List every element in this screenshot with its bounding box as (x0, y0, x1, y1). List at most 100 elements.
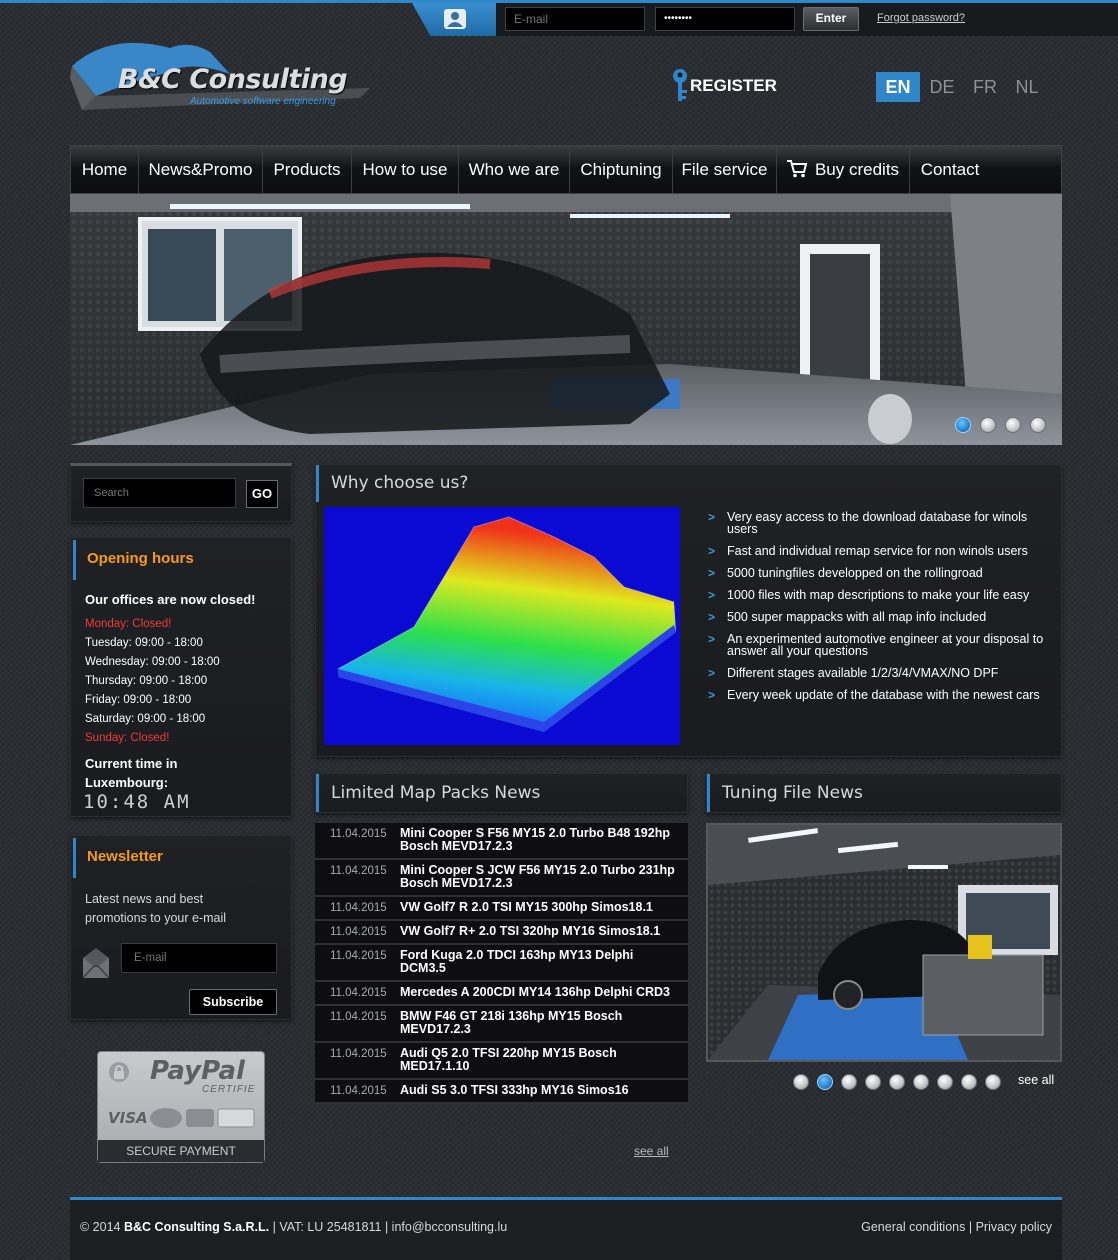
list-item[interactable]: 11.04.2015 Ford Kuga 2.0 TDCI 163hp MY13 … (315, 945, 688, 982)
newsletter-email-input[interactable] (121, 943, 277, 973)
newsletter-title: Newsletter (73, 838, 163, 878)
why-item: > Fast and individual remap service for n… (708, 544, 1028, 558)
hero-dot-4[interactable] (1030, 417, 1046, 433)
nav-news-promo[interactable]: News&Promo (139, 146, 263, 193)
current-time-label-line2: Luxembourg: (85, 775, 169, 790)
opening-hours-box: Opening hours Our offices are now closed… (70, 537, 292, 817)
nav-home[interactable]: Home (71, 146, 139, 193)
tuning-news-see-all-link[interactable]: see all (1018, 1073, 1054, 1087)
news-date: 11.04.2015 (330, 1011, 387, 1023)
tuning-dot-6[interactable] (913, 1074, 929, 1090)
search-go-button[interactable]: GO (246, 480, 278, 508)
privacy-policy-link[interactable]: Privacy policy (976, 1220, 1052, 1234)
search-box: GO (70, 463, 292, 522)
logo-tagline: Automotive software engineering (190, 96, 336, 107)
tuning-map-3d-image (324, 507, 680, 745)
site-logo[interactable]: B&C Consulting Automotive software engin… (70, 38, 375, 114)
hours-monday: Monday: Closed! (85, 618, 172, 630)
hours-sunday: Sunday: Closed! (85, 732, 170, 744)
news-title: BMW F46 GT 218i 136hp MY15 Bosch MEVD17.… (400, 1009, 623, 1036)
lang-nl[interactable]: NL (1005, 72, 1049, 102)
lang-de[interactable]: DE (920, 72, 964, 102)
general-conditions-link[interactable]: General conditions (861, 1220, 965, 1234)
why-item: > An experimented automotive engineer at … (708, 632, 1044, 658)
tuning-file-news-header: Tuning File News (706, 773, 1062, 813)
logo-text: B&C Consulting (118, 64, 348, 95)
nav-buy-credits[interactable]: Buy credits (777, 146, 910, 193)
list-item[interactable]: 11.04.2015 Mercedes A 200CDI MY14 136hp D… (315, 982, 688, 1006)
why-item: > Every week update of the database with … (708, 688, 1040, 702)
news-title: Audi Q5 2.0 TFSI 220hp MY15 Bosch MED17.… (400, 1046, 617, 1073)
key-icon (673, 69, 687, 101)
subscribe-button[interactable]: Subscribe (189, 989, 277, 1015)
lock-icon (109, 1062, 129, 1082)
opening-hours-title: Opening hours (73, 540, 194, 580)
login-user-tab (412, 3, 496, 36)
news-title: Mini Cooper S F56 MY15 2.0 Turbo B48 192… (400, 826, 670, 853)
news-title: VW Golf7 R+ 2.0 TSI 320hp MY16 Simos18.1 (400, 924, 661, 938)
current-time-label-line1: Current time in (85, 756, 178, 771)
forgot-password-link[interactable]: Forgot password? (877, 12, 965, 24)
card-logos-icon: VISA (108, 1108, 255, 1128)
chevron-right-icon: > (708, 666, 716, 680)
nav-chiptuning[interactable]: Chiptuning (570, 146, 673, 193)
offices-status: Our offices are now closed! (85, 592, 256, 607)
hero-dot-2[interactable] (980, 417, 996, 433)
lang-en[interactable]: EN (876, 72, 920, 102)
tuning-news-image[interactable] (706, 823, 1062, 1062)
tuning-dot-1[interactable] (793, 1074, 809, 1090)
list-item[interactable]: 11.04.2015 Audi S5 3.0 TFSI 333hp MY16 Si… (315, 1080, 688, 1104)
news-title: Ford Kuga 2.0 TDCI 163hp MY13 Delphi DCM… (400, 948, 634, 975)
hero-slider[interactable] (70, 194, 1062, 445)
why-item: >5000 tuningfiles developped on the roll… (708, 566, 983, 580)
lang-fr[interactable]: FR (963, 72, 1007, 102)
list-item[interactable]: 11.04.2015 Audi Q5 2.0 TFSI 220hp MY15 Bo… (315, 1043, 688, 1080)
paypal-logo: PayPal (150, 1056, 245, 1086)
news-date: 11.04.2015 (330, 1048, 387, 1060)
nav-who-we-are[interactable]: Who we are (459, 146, 570, 193)
hours-thursday: Thursday: 09:00 - 18:00 (85, 675, 208, 687)
login-password-input[interactable]: •••••••• (655, 7, 795, 31)
hours-tuesday: Tuesday: 09:00 - 18:00 (85, 637, 203, 649)
why-item: >1000 files with map descriptions to mak… (708, 588, 1030, 602)
tuning-dot-3[interactable] (841, 1074, 857, 1090)
map-news-see-all-link[interactable]: see all (634, 1144, 669, 1158)
newsletter-text-line2: promotions to your e-mail (85, 911, 227, 925)
login-enter-button[interactable]: Enter (803, 7, 859, 31)
search-input[interactable] (83, 478, 236, 508)
hero-dot-1[interactable] (955, 417, 971, 433)
footer-company-info: © 2014 B&C Consulting S.a.R.L. | VAT: LU… (80, 1220, 507, 1234)
why-item: >500 super mappacks with all map info in… (708, 610, 987, 624)
nav-file-service[interactable]: File service (673, 146, 777, 193)
news-date: 11.04.2015 (330, 1085, 387, 1097)
hero-dot-3[interactable] (1005, 417, 1021, 433)
list-item[interactable]: 11.04.2015 BMW F46 GT 218i 136hp MY15 Bos… (315, 1006, 688, 1043)
news-title: Audi S5 3.0 TFSI 333hp MY16 Simos16 (400, 1083, 629, 1097)
hero-image (70, 194, 1062, 445)
nav-products[interactable]: Products (263, 146, 352, 193)
login-email-input[interactable] (505, 7, 645, 31)
news-title: Mercedes A 200CDI MY14 136hp Delphi CRD3 (400, 985, 671, 999)
current-time-label: Current time in Luxembourg: (85, 754, 177, 792)
chevron-right-icon: > (708, 688, 716, 702)
svg-text:VISA: VISA (108, 1109, 148, 1127)
tuning-news-dots (793, 1074, 1001, 1090)
news-date: 11.04.2015 (330, 828, 387, 840)
tuning-dot-8[interactable] (961, 1074, 977, 1090)
list-item[interactable]: 11.04.2015 VW Golf7 R+ 2.0 TSI 320hp MY16… (315, 921, 688, 945)
tuning-dot-5[interactable] (889, 1074, 905, 1090)
hours-saturday: Saturday: 09:00 - 18:00 (85, 713, 206, 725)
tuning-dot-9[interactable] (985, 1074, 1001, 1090)
news-date: 11.04.2015 (330, 987, 387, 999)
list-item[interactable]: 11.04.2015 VW Golf7 R 2.0 TSI MY15 300hp … (315, 897, 688, 921)
list-item[interactable]: 11.04.2015 Mini Cooper S JCW F56 MY15 2.0… (315, 860, 688, 897)
tuning-dot-4[interactable] (865, 1074, 881, 1090)
nav-contact[interactable]: Contact (910, 146, 990, 193)
tuning-dot-2[interactable] (817, 1074, 833, 1090)
chevron-right-icon: > (708, 632, 716, 646)
list-item[interactable]: 11.04.2015 Mini Cooper S F56 MY15 2.0 Tur… (315, 823, 688, 860)
tuning-file-news-title: Tuning File News (707, 774, 863, 812)
news-date: 11.04.2015 (330, 865, 387, 877)
tuning-dot-7[interactable] (937, 1074, 953, 1090)
nav-how-to-use[interactable]: How to use (352, 146, 459, 193)
